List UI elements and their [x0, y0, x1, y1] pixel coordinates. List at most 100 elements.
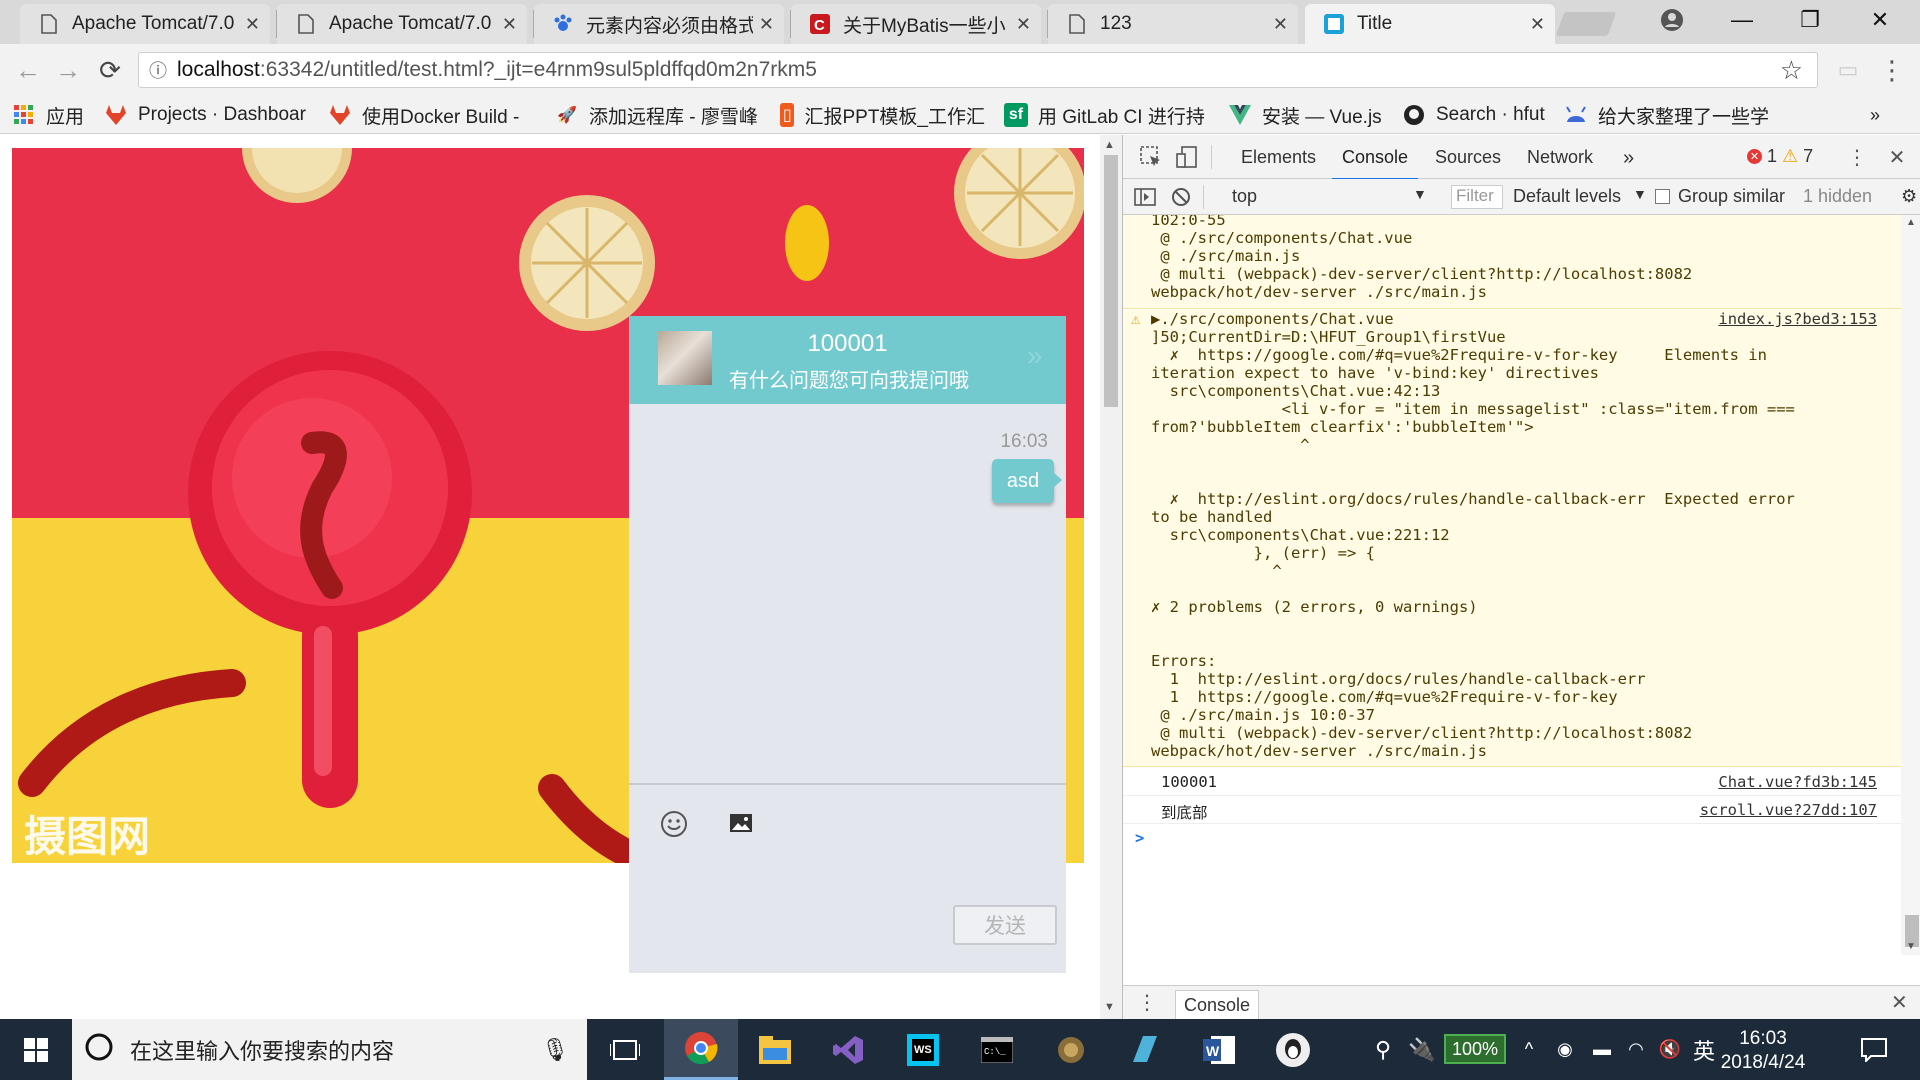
scroll-down-icon[interactable]: ▼ — [1104, 1001, 1115, 1013]
volume-mute-icon[interactable]: 🔇 — [1656, 1019, 1684, 1080]
more-tabs-icon[interactable]: » — [1623, 147, 1634, 170]
inspect-element-icon[interactable] — [1137, 143, 1165, 171]
ime-indicator[interactable]: 英 — [1690, 1019, 1718, 1080]
page-scrollbar[interactable]: ▲ ▼ — [1100, 135, 1122, 1019]
people-icon[interactable]: ⚲ — [1366, 1019, 1400, 1080]
devtools-close-icon[interactable]: ✕ — [1883, 143, 1911, 171]
chevron-right-icon[interactable]: » — [1027, 340, 1043, 372]
console-scrollbar[interactable]: ▲ ▼ — [1901, 215, 1920, 955]
scroll-down-icon[interactable]: ▼ — [1906, 941, 1916, 952]
drawer-close-icon[interactable]: ✕ — [1891, 990, 1908, 1015]
scroll-up-icon[interactable]: ▲ — [1104, 139, 1115, 151]
sidebar-toggle-icon[interactable] — [1131, 183, 1159, 211]
tab-console[interactable]: Console — [1331, 147, 1419, 181]
bookmark-ppt[interactable]: ▯ 汇报PPT模板_工作汇 — [780, 102, 985, 128]
bookmark-docker[interactable]: 使用Docker Build - — [328, 102, 533, 128]
clear-console-icon[interactable] — [1167, 183, 1195, 211]
tab-network[interactable]: Network — [1527, 147, 1593, 168]
notification-center-icon[interactable] — [1844, 1019, 1904, 1080]
qq-icon[interactable] — [1256, 1019, 1330, 1080]
bookmark-android[interactable]: 给大家整理了一些学 — [1564, 102, 1774, 128]
context-selector[interactable]: top — [1232, 186, 1257, 207]
command-prompt-icon[interactable]: C:\_ — [960, 1019, 1034, 1080]
log-levels-select[interactable]: Default levels — [1513, 186, 1621, 207]
forward-button[interactable]: → — [50, 52, 86, 88]
reload-button[interactable]: ⟳ — [92, 52, 128, 88]
visual-studio-icon[interactable] — [812, 1019, 886, 1080]
tray-overflow-icon[interactable]: ^ — [1516, 1019, 1542, 1080]
console-settings-icon[interactable]: ⚙ — [1901, 186, 1917, 207]
wifi-icon[interactable]: ◠ — [1622, 1019, 1650, 1080]
bookmark-star-icon[interactable]: ☆ — [1780, 55, 1803, 86]
source-link[interactable]: Chat.vue?fd3b:145 — [1718, 773, 1877, 791]
battery-indicator[interactable]: 100% — [1444, 1034, 1506, 1064]
settings-gear-icon[interactable] — [1034, 1019, 1108, 1080]
app-icon[interactable] — [1108, 1019, 1182, 1080]
send-button[interactable]: 发送 — [953, 905, 1057, 945]
device-toolbar-icon[interactable] — [1173, 143, 1201, 171]
close-icon[interactable]: ✕ — [759, 14, 774, 35]
tab-sources[interactable]: Sources — [1435, 147, 1501, 168]
levels-dropdown-icon[interactable]: ▼ — [1633, 186, 1647, 202]
image-icon[interactable] — [729, 809, 753, 841]
bookmark-gitlab[interactable]: Projects · Dashboar — [104, 102, 314, 128]
console-line: webpack/hot/dev-server ./src/main.js — [1151, 283, 1487, 301]
close-icon[interactable]: ✕ — [1530, 14, 1545, 35]
tab-123[interactable]: 123 ✕ — [1048, 4, 1298, 44]
menu-icon[interactable]: ⋮ — [1874, 52, 1910, 88]
close-icon[interactable]: ✕ — [1016, 14, 1031, 35]
network-icon[interactable]: ▬ — [1588, 1019, 1616, 1080]
scroll-up-icon[interactable]: ▲ — [1906, 217, 1916, 228]
svg-text:C:\_: C:\_ — [984, 1047, 1006, 1057]
devtools-menu-icon[interactable]: ⋮ — [1843, 143, 1871, 171]
emoji-icon[interactable] — [659, 809, 689, 846]
bookmark-liaoxuefeng[interactable]: 🚀 添加远程库 - 廖雪峰 — [555, 102, 760, 128]
issues-counter[interactable]: ✕ 1 ⚠ 7 — [1747, 146, 1813, 167]
drawer-tab-console[interactable]: Console — [1175, 990, 1260, 1020]
new-tab-button[interactable] — [1555, 12, 1617, 36]
qq-tray-icon[interactable]: ◉ — [1552, 1019, 1578, 1080]
tab-tomcat-1[interactable]: Apache Tomcat/7.0 ✕ — [20, 4, 270, 44]
profile-icon[interactable] — [1636, 0, 1708, 40]
bookmark-apps[interactable]: 应用 — [12, 102, 92, 128]
windows-start-icon[interactable] — [0, 1019, 72, 1080]
info-icon[interactable]: ⓘ — [139, 57, 177, 83]
word-icon[interactable]: W — [1182, 1019, 1256, 1080]
minimize-button[interactable]: — — [1708, 0, 1776, 40]
source-link[interactable]: scroll.vue?27dd:107 — [1700, 801, 1877, 819]
console-line: src\components\Chat.vue:42:13 — [1151, 382, 1441, 400]
cast-icon[interactable]: ▭ — [1830, 52, 1866, 88]
file-explorer-icon[interactable] — [738, 1019, 812, 1080]
console-prompt-row[interactable]: > — [1123, 824, 1901, 852]
address-bar[interactable]: ⓘ localhost:63342/untitled/test.html?_ij… — [138, 52, 1818, 88]
source-link[interactable]: index.js?bed3:153 — [1718, 310, 1877, 328]
tab-mybatis[interactable]: C 关于MyBatis一些小 ✕ — [791, 4, 1041, 44]
tab-title-active[interactable]: Title ✕ — [1305, 4, 1555, 44]
restore-button[interactable]: ❐ — [1776, 0, 1844, 40]
taskbar-clock[interactable]: 16:03 2018/4/24 — [1718, 1027, 1808, 1075]
bookmark-gitlab-ci[interactable]: sf 用 GitLab CI 进行持 — [1004, 102, 1209, 128]
group-similar-checkbox[interactable] — [1655, 189, 1670, 204]
close-icon[interactable]: ✕ — [1273, 14, 1288, 35]
bookmarks-overflow-icon[interactable]: » — [1870, 102, 1900, 128]
window-close-button[interactable]: ✕ — [1846, 0, 1914, 40]
back-button[interactable]: ← — [10, 52, 46, 88]
console-line[interactable]: ▶./src/components/Chat.vue — [1151, 310, 1394, 328]
close-icon[interactable]: ✕ — [245, 14, 260, 35]
scrollbar-thumb[interactable] — [1104, 155, 1118, 407]
webstorm-icon[interactable]: WS — [886, 1019, 960, 1080]
chrome-icon[interactable] — [664, 1019, 738, 1080]
drawer-menu-icon[interactable]: ⋮ — [1137, 990, 1157, 1015]
tab-tomcat-2[interactable]: Apache Tomcat/7.0 ✕ — [277, 4, 527, 44]
taskbar-search-box[interactable]: 在这里输入你要搜索的内容 🎙 — [72, 1019, 587, 1080]
power-plug-icon[interactable]: 🔌 — [1408, 1019, 1435, 1080]
task-view-icon[interactable] — [588, 1019, 662, 1080]
tab-elements[interactable]: Elements — [1241, 147, 1316, 168]
tab-baidu[interactable]: 元素内容必须由格式 ✕ — [534, 4, 784, 44]
close-icon[interactable]: ✕ — [502, 14, 517, 35]
context-dropdown-icon[interactable]: ▼ — [1413, 186, 1427, 202]
bookmark-github[interactable]: Search · hfut — [1402, 102, 1552, 128]
console-filter-input[interactable]: Filter — [1451, 185, 1503, 209]
bookmark-vue[interactable]: 安装 — Vue.js — [1228, 102, 1388, 128]
microphone-icon[interactable]: 🎙 — [541, 1037, 569, 1063]
